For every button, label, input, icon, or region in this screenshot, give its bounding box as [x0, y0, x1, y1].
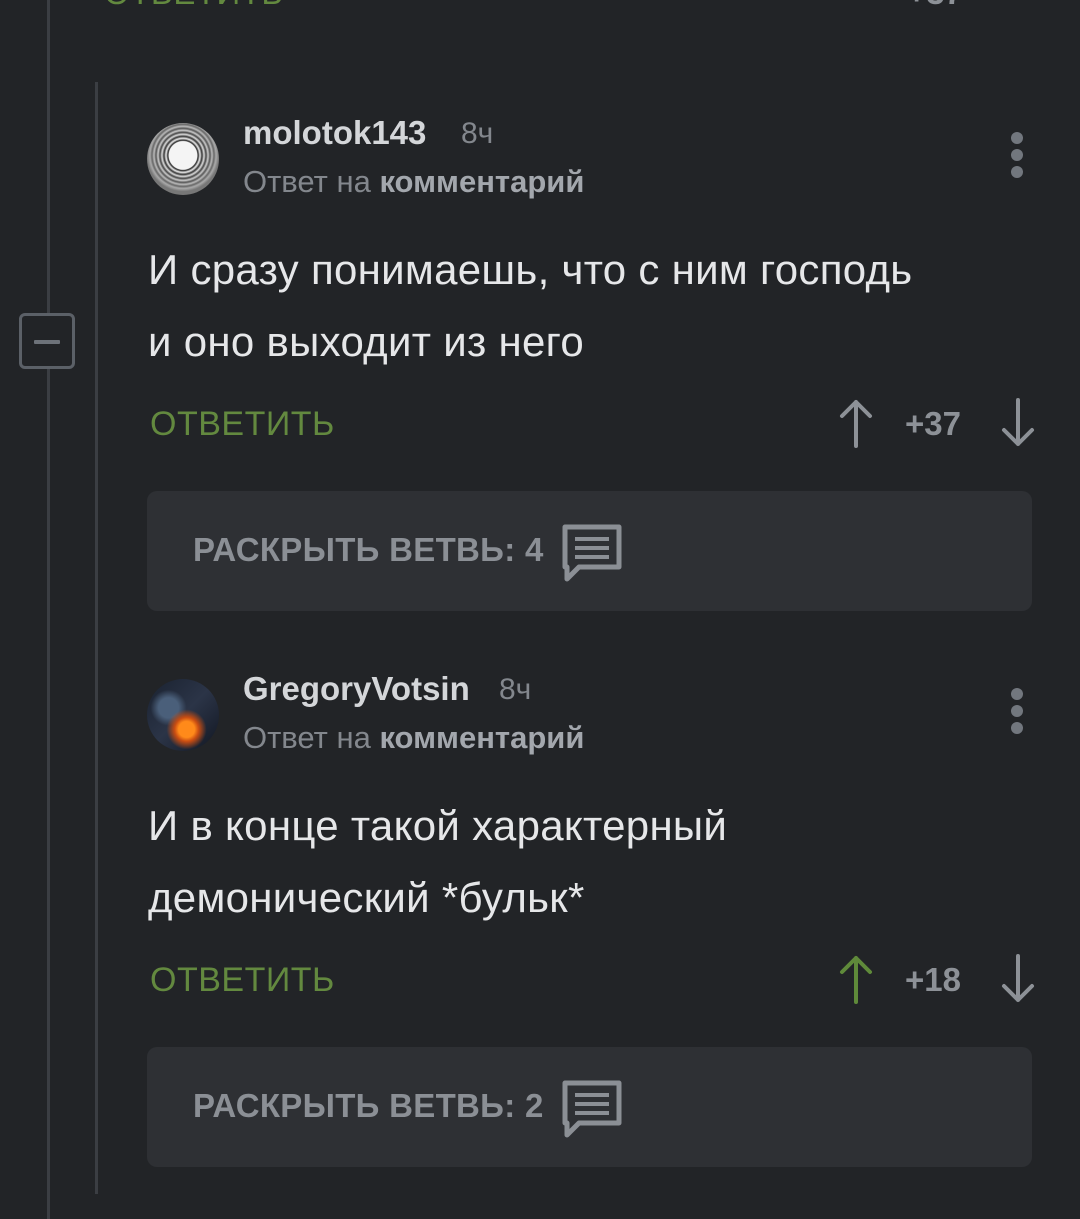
avatar[interactable] — [147, 123, 219, 195]
username[interactable]: molotok143 — [243, 114, 426, 152]
comment-text-line: и оно выходит из него — [148, 318, 585, 365]
reply-to-link[interactable]: комментарий — [379, 164, 584, 199]
thread-line-outer — [47, 0, 50, 1219]
comment-text: И в конце такой характерный демонический… — [148, 790, 1048, 934]
comment-text-line: И в конце такой характерный — [148, 802, 728, 849]
timestamp: 8ч — [461, 117, 494, 150]
reply-to: Ответ на комментарий — [243, 720, 584, 756]
reply-to-prefix: Ответ на — [243, 164, 371, 199]
upvote-icon[interactable] — [836, 398, 876, 450]
reply-button[interactable]: ОТВЕТИТЬ — [150, 405, 335, 444]
comment-text: И сразу понимаешь, что с ним господь и о… — [148, 234, 1048, 378]
timestamp: 8ч — [499, 673, 532, 706]
thread-line-inner — [95, 82, 98, 1194]
reply-to-prefix: Ответ на — [243, 720, 371, 755]
comment-bubble-icon — [562, 1080, 622, 1138]
upvote-icon[interactable] — [836, 954, 876, 1006]
score: +37 — [907, 0, 963, 12]
expand-thread-button[interactable]: РАСКРЫТЬ ВЕТВЬ: 2 — [147, 1047, 1032, 1167]
reply-to: Ответ на комментарий — [243, 164, 584, 200]
more-icon[interactable] — [1003, 686, 1031, 736]
expand-thread-label: РАСКРЫТЬ ВЕТВЬ: 2 — [193, 1087, 544, 1124]
reply-button[interactable]: ОТВЕТИТЬ — [104, 0, 284, 12]
username[interactable]: GregoryVotsin — [243, 670, 470, 708]
more-icon[interactable] — [1003, 130, 1031, 180]
comment-bubble-icon — [562, 524, 622, 582]
reply-to-link[interactable]: комментарий — [379, 720, 584, 755]
expand-thread-label: РАСКРЫТЬ ВЕТВЬ: 4 — [193, 531, 544, 568]
comment-text-line: И сразу понимаешь, что с ним господь — [148, 246, 913, 293]
previous-comment-actions: ОТВЕТИТЬ +37 — [0, 0, 1080, 14]
downvote-icon[interactable] — [998, 952, 1038, 1004]
comment-text-line: демонический *бульк* — [148, 874, 585, 921]
score: +18 — [905, 961, 961, 998]
avatar[interactable] — [147, 679, 219, 751]
expand-thread-button[interactable]: РАСКРЫТЬ ВЕТВЬ: 4 — [147, 491, 1032, 611]
collapse-icon[interactable] — [19, 313, 75, 369]
reply-button[interactable]: ОТВЕТИТЬ — [150, 961, 335, 1000]
downvote-icon[interactable] — [998, 396, 1038, 448]
score: +37 — [905, 405, 961, 442]
